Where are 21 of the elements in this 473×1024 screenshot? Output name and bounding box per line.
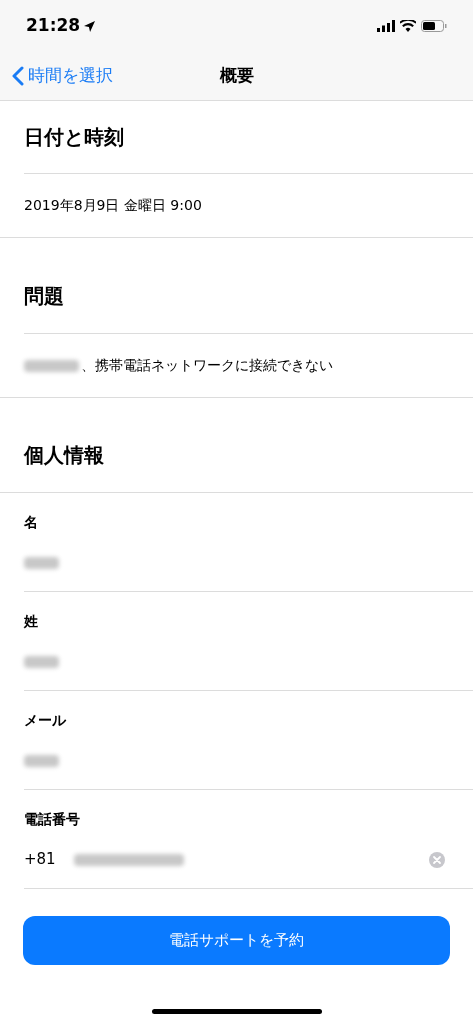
nav-title: 概要 <box>219 64 254 88</box>
chevron-left-icon <box>12 66 24 86</box>
signal-icon <box>377 20 395 32</box>
reserve-button[interactable]: 電話サポートを予約 <box>23 916 450 965</box>
location-arrow-icon <box>84 20 96 32</box>
field-label: メール <box>24 710 67 730</box>
field-label: 名 <box>24 512 39 532</box>
status-time: 21:28 <box>26 14 81 38</box>
section-title: 日付と時刻 <box>24 124 124 151</box>
section-title: 問題 <box>24 283 64 310</box>
clear-icon[interactable] <box>429 851 445 868</box>
blurred-text <box>24 359 79 372</box>
battery-icon <box>421 20 447 32</box>
row-text: 、携帯電話ネットワークに接続できない <box>81 356 333 375</box>
wifi-icon <box>400 20 416 32</box>
back-button[interactable]: 時間を選択 <box>12 63 113 89</box>
row-text: 2019年8月9日 金曜日 9:00 <box>24 196 202 215</box>
section-title: 個人情報 <box>24 442 104 469</box>
country-code: +81 <box>24 849 57 871</box>
field-label: 姓 <box>24 611 39 631</box>
field-label: 電話番号 <box>24 809 81 829</box>
